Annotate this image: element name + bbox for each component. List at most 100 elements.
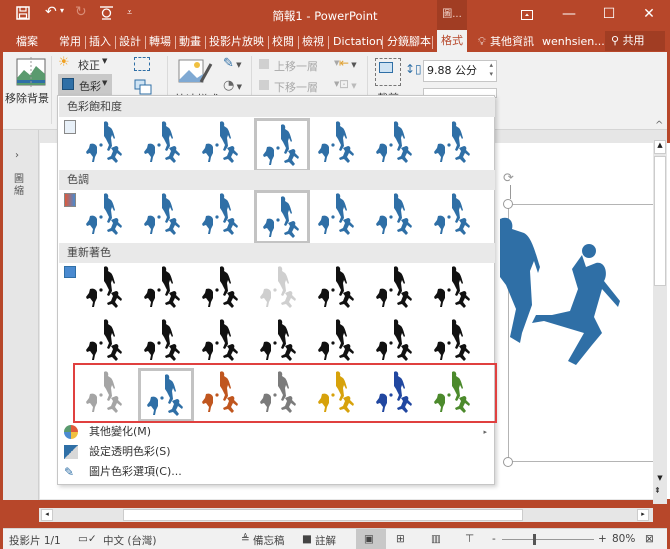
color-variant-option[interactable] <box>254 190 310 244</box>
tab-transitions[interactable]: 轉場 <box>149 33 171 52</box>
redo-icon[interactable]: ↻ <box>75 4 87 20</box>
color-variant-option[interactable] <box>196 316 252 370</box>
scroll-down-icon[interactable]: ▼ <box>654 474 666 486</box>
reading-view-icon[interactable]: ▥ <box>431 533 441 545</box>
picture-color-options-menu-item[interactable]: ✎ 圖片色彩選項(C)... <box>59 462 495 482</box>
set-transparent-color-menu-item[interactable]: 設定透明色彩(S) <box>59 442 495 462</box>
previous-slide-icon[interactable]: ⇞ <box>654 486 661 495</box>
zoom-slider-track[interactable] <box>502 539 594 540</box>
scroll-up-icon[interactable]: ▲ <box>654 140 666 154</box>
notes-button[interactable]: 備忘稿 <box>253 533 285 548</box>
zoom-level[interactable]: 80% <box>612 533 635 545</box>
ribbon-display-options-button[interactable] <box>507 0 547 30</box>
color-variant-option[interactable] <box>80 316 136 370</box>
tab-insert[interactable]: 插入 <box>89 33 111 52</box>
horizontal-scrollbar[interactable]: ◂ ▸ <box>39 508 653 522</box>
share-button[interactable]: ⚲ 共用 <box>605 31 665 51</box>
color-variant-option[interactable] <box>370 316 426 370</box>
comments-button[interactable]: 註解 <box>315 533 336 548</box>
slide-picture-athletes[interactable] <box>492 215 622 455</box>
tab-home[interactable]: 常用 <box>59 33 81 52</box>
tab-review[interactable]: 校閱 <box>272 33 294 52</box>
scroll-left-icon[interactable]: ◂ <box>41 509 53 521</box>
expand-thumbnails-icon[interactable]: › <box>15 150 19 161</box>
color-variant-option[interactable] <box>80 118 136 172</box>
maximize-button[interactable]: ☐ <box>589 0 629 30</box>
color-variant-option[interactable] <box>138 190 194 244</box>
color-button[interactable]: 色彩 ▼ <box>58 74 112 95</box>
compress-pictures-icon[interactable] <box>134 57 150 71</box>
undo-dropdown-icon[interactable]: ▾ <box>60 6 64 15</box>
scroll-right-icon[interactable]: ▸ <box>637 509 649 521</box>
minimize-button[interactable]: — <box>549 0 589 30</box>
tab-animations[interactable]: 動畫 <box>179 33 201 52</box>
color-variant-option[interactable] <box>80 190 136 244</box>
present-from-start-icon[interactable] <box>99 5 114 20</box>
color-variant-option[interactable] <box>196 263 252 317</box>
tab-dictation[interactable]: Dictation <box>333 33 383 52</box>
color-variant-option[interactable] <box>370 263 426 317</box>
close-button[interactable]: ✕ <box>629 0 669 30</box>
vertical-scroll-thumb[interactable] <box>654 156 666 286</box>
color-variant-option[interactable] <box>370 118 426 172</box>
change-picture-icon[interactable] <box>134 79 152 95</box>
color-variant-option[interactable] <box>80 263 136 317</box>
group-icon[interactable]: ⊡ ▼ <box>339 77 357 91</box>
quick-styles-button[interactable]: 快速樣式 <box>175 56 219 106</box>
send-backward-button[interactable]: 下移一層 ▼ <box>259 77 349 95</box>
tab-design[interactable]: 設計 <box>119 33 141 52</box>
tab-view[interactable]: 檢視 <box>302 33 324 52</box>
bring-forward-button[interactable]: 上移一層 ▼ <box>259 56 349 74</box>
height-input[interactable]: 9.88 公分 ▴ ▾ <box>423 60 497 82</box>
color-variant-option[interactable] <box>254 118 310 172</box>
picture-effects-icon[interactable]: ◔ ▼ <box>223 78 242 93</box>
vertical-scrollbar[interactable]: ▲ ▼ ⇞ <box>653 134 667 504</box>
color-variant-option[interactable] <box>254 316 310 370</box>
color-variant-option[interactable] <box>138 316 194 370</box>
tab-slideshow[interactable]: 投影片放映 <box>209 33 264 52</box>
tell-me-icon[interactable]: 💡︎ <box>478 33 486 52</box>
color-variant-option[interactable] <box>138 263 194 317</box>
rotate-handle-icon[interactable]: ⟳ <box>503 171 517 186</box>
notes-icon[interactable]: ≜ <box>241 533 250 545</box>
horizontal-scroll-thumb[interactable] <box>123 509 523 521</box>
color-variant-option[interactable] <box>312 316 368 370</box>
slide-sorter-icon[interactable]: ⊞ <box>396 533 405 545</box>
language-indicator[interactable]: 中文 (台灣) <box>103 533 157 548</box>
thumbnails-label[interactable]: 圖縮 <box>14 174 26 198</box>
spelling-check-icon[interactable]: ▭✓ <box>78 533 97 545</box>
corrections-button[interactable]: ☀ 校正 ▼ <box>58 55 108 73</box>
user-account[interactable]: wenhsien... <box>542 33 605 52</box>
remove-background-button[interactable]: 移除背景 <box>5 56 49 105</box>
color-variant-option[interactable] <box>428 190 484 244</box>
slideshow-icon[interactable]: ⊤ <box>465 533 474 545</box>
color-variant-option[interactable] <box>312 263 368 317</box>
undo-icon[interactable]: ↶ <box>45 4 57 20</box>
color-variant-option[interactable] <box>428 118 484 172</box>
align-icon[interactable]: ⇤ ▼ <box>339 56 357 70</box>
more-variations-menu-item[interactable]: 其他變化(M) ▸ <box>59 422 495 442</box>
normal-view-button[interactable]: ▣ <box>356 529 386 549</box>
zoom-out-button[interactable]: - <box>492 533 496 545</box>
tab-file[interactable]: 檔案 <box>16 33 38 52</box>
zoom-in-button[interactable]: + <box>598 533 607 545</box>
save-icon[interactable] <box>16 6 30 20</box>
crop-button[interactable] <box>375 58 401 86</box>
resize-handle[interactable] <box>503 457 513 467</box>
zoom-slider-thumb[interactable] <box>533 534 536 545</box>
resize-handle[interactable] <box>503 199 513 209</box>
tab-format[interactable]: 格式 <box>437 30 467 52</box>
color-variant-option[interactable] <box>196 118 252 172</box>
customize-qat-icon[interactable]: ⩡ <box>127 8 132 18</box>
color-variant-option[interactable] <box>428 263 484 317</box>
color-variant-option[interactable] <box>312 118 368 172</box>
tell-me-search[interactable]: 其他資訊 <box>490 33 534 52</box>
color-variant-option[interactable] <box>254 263 310 317</box>
color-variant-option[interactable] <box>312 190 368 244</box>
comments-icon[interactable]: ■ <box>302 533 312 545</box>
color-variant-option[interactable] <box>138 118 194 172</box>
picture-border-icon[interactable]: ✎ ▼ <box>223 56 242 71</box>
tab-storyboard[interactable]: 分鏡腳本 <box>387 33 431 52</box>
fit-to-window-icon[interactable]: ⊠ <box>645 533 654 545</box>
color-variant-option[interactable] <box>370 190 426 244</box>
